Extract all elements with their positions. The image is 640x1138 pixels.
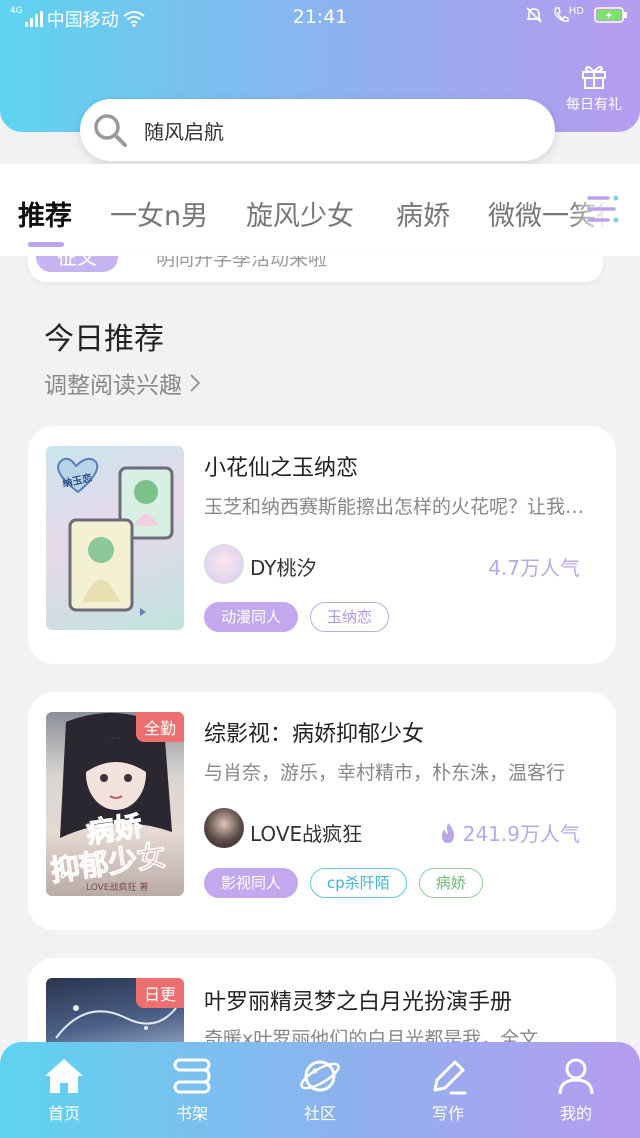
- author-name[interactable]: LOVE战疯狂: [250, 818, 362, 847]
- user-icon: [558, 1058, 594, 1095]
- chevron-right-icon: [190, 374, 201, 392]
- planet-icon: [300, 1060, 340, 1092]
- daily-gift-button[interactable]: 每日有礼: [562, 62, 626, 114]
- search-icon: [94, 114, 127, 147]
- tag[interactable]: 动漫同人: [204, 602, 299, 632]
- adjust-interests-link[interactable]: 调整阅读兴趣: [44, 366, 202, 400]
- cover-caption: LOVE战疯狂 著: [86, 883, 149, 893]
- battery-icon: [594, 7, 627, 23]
- nav-label: 书架: [175, 1104, 208, 1123]
- tab-harem[interactable]: 一女n男: [110, 194, 208, 233]
- tag[interactable]: 病娇: [418, 868, 483, 898]
- section-title: 今日推荐: [44, 322, 164, 357]
- category-menu-icon[interactable]: [586, 192, 620, 226]
- nav-profile[interactable]: 我的: [512, 1056, 640, 1124]
- bell-muted-icon: [526, 7, 542, 23]
- status-bar: 4G 中国移动 21:41 HD: [0, 0, 640, 36]
- tab-whirlwind-girl[interactable]: 旋风少女: [246, 194, 354, 233]
- tab-recommend[interactable]: 推荐: [18, 194, 72, 233]
- banner-tag: 征文: [36, 256, 118, 272]
- popularity-label: 241.9万人气: [462, 822, 580, 846]
- hd-label: HD: [568, 6, 584, 17]
- search-bar[interactable]: 随风启航: [80, 99, 555, 161]
- avatar[interactable]: [204, 544, 244, 584]
- nav-label: 我的: [559, 1104, 592, 1123]
- call-hd-icon: HD: [553, 6, 584, 24]
- book-title: 小花仙之玉纳恋: [204, 456, 359, 481]
- nav-label: 社区: [303, 1104, 336, 1123]
- nav-community[interactable]: 社区: [256, 1056, 384, 1124]
- bottom-nav: 首页 书架 社区 写作 我的: [0, 1042, 640, 1138]
- popularity-label: 4.7万人气: [488, 556, 580, 580]
- tag-list: 动漫同人 玉纳恋: [204, 602, 390, 632]
- avatar[interactable]: [204, 808, 244, 848]
- book-description: 与肖奈，游乐，幸村精市，朴东洙，温客行: [204, 762, 566, 784]
- active-tab-indicator: [28, 242, 64, 247]
- nav-label: 首页: [47, 1104, 80, 1123]
- nav-bookshelf[interactable]: 书架: [128, 1056, 256, 1124]
- book-card[interactable]: 全勤 病娇 抑郁少女 LOVE战疯狂 著 综影视：病娇抑郁少女 与肖奈，游乐，幸…: [28, 692, 616, 930]
- tab-yandere[interactable]: 病娇: [396, 194, 450, 233]
- nav-home[interactable]: 首页: [0, 1056, 128, 1124]
- nav-label: 写作: [431, 1104, 464, 1123]
- status-right: HD: [525, 6, 628, 24]
- book-cover: 全勤 病娇 抑郁少女 LOVE战疯狂 著: [46, 712, 184, 896]
- tag[interactable]: 玉纳恋: [310, 602, 390, 632]
- status-badge: 日更: [135, 978, 184, 1008]
- author-name[interactable]: DY桃汐: [250, 552, 317, 581]
- book-description: 玉芝和纳西赛斯能擦出怎样的火花呢？让我们拭目以待: [204, 496, 596, 518]
- tag-list: 影视同人 cp杀阡陌 病娇: [204, 868, 483, 898]
- status-badge: 全勤: [135, 712, 184, 742]
- nav-write[interactable]: 写作: [384, 1056, 512, 1124]
- tag[interactable]: 影视同人: [204, 868, 299, 898]
- bookshelf-icon: [173, 1058, 211, 1094]
- search-text: 随风启航: [144, 119, 224, 144]
- popularity-count: 4.7万人气: [488, 552, 580, 581]
- book-card[interactable]: 纳玉恋 小花仙之玉纳恋 玉芝和纳西赛斯能擦出怎样的火花呢？让我们拭目以待 DY桃…: [28, 426, 616, 664]
- tabs-area: 推荐 一女n男 旋风少女 病娇 微微一笑很倾城: [0, 164, 640, 256]
- book-title: 综影视：病娇抑郁少女: [204, 722, 425, 747]
- banner-text: 明同开学季活动来啦: [156, 256, 328, 270]
- adjust-interests-label: 调整阅读兴趣: [44, 373, 182, 399]
- home-icon: [45, 1059, 83, 1093]
- book-title: 叶罗丽精灵梦之白月光扮演手册: [204, 990, 513, 1015]
- category-tabs: 推荐 一女n男 旋风少女 病娇 微微一笑很倾城: [0, 194, 640, 234]
- book-cover: 纳玉恋: [46, 446, 184, 630]
- tag[interactable]: cp杀阡陌: [310, 868, 407, 898]
- flame-icon: [441, 822, 454, 843]
- gift-icon: [582, 66, 606, 89]
- event-banner[interactable]: 征文 明同开学季活动来啦: [28, 256, 603, 282]
- gift-label: 每日有礼: [566, 97, 622, 113]
- pencil-icon: [433, 1060, 467, 1095]
- popularity-count: 241.9万人气: [439, 818, 580, 847]
